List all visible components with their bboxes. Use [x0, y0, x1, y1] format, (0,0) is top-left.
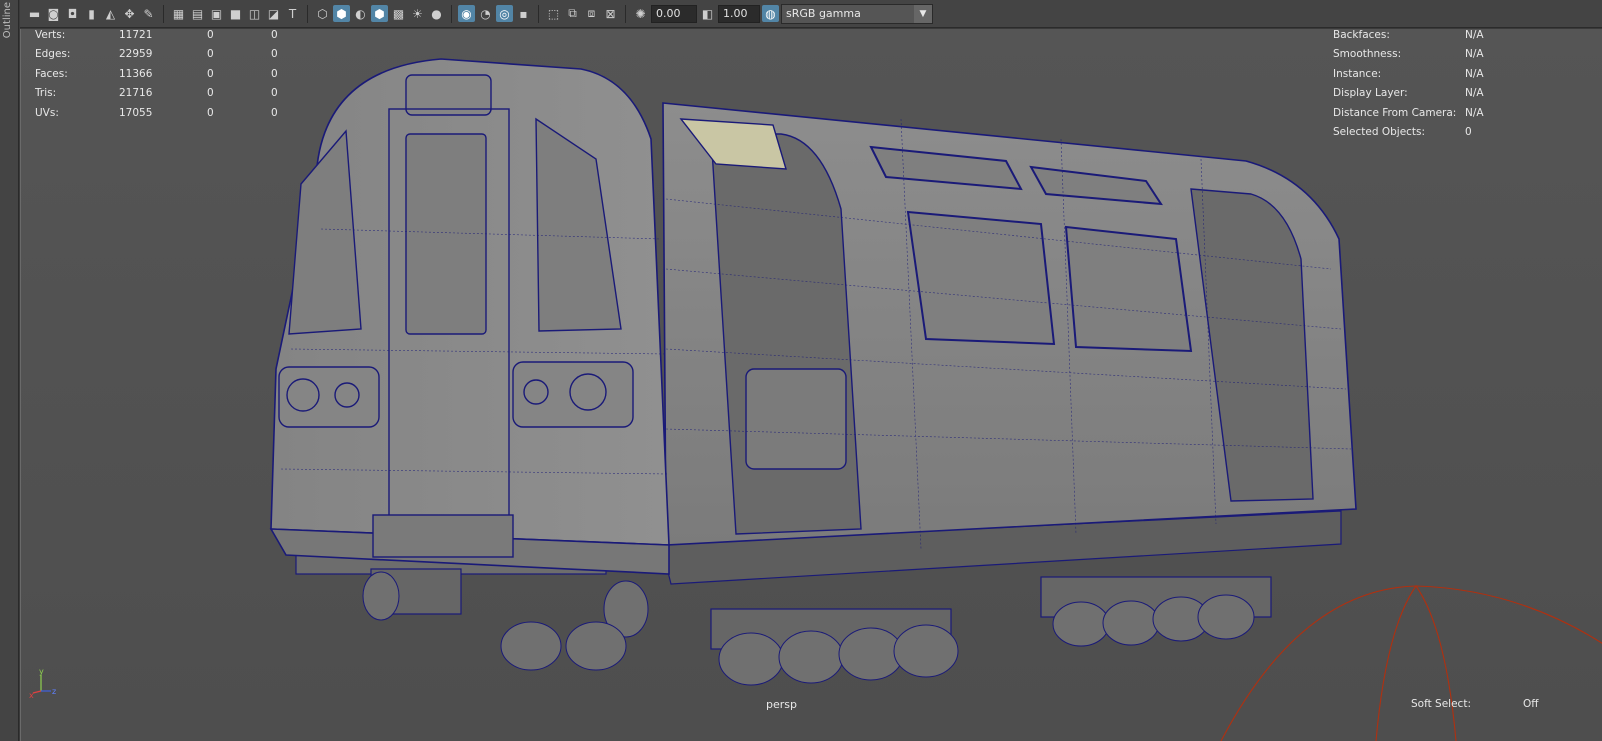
grease-pencil-icon[interactable]: ✎ — [140, 5, 157, 22]
toolbar-separator — [451, 4, 452, 23]
motion-blur-icon[interactable]: ◔ — [477, 5, 494, 22]
object-info-hud: Backfaces: N/A Smoothness: N/A Instance: N/… — [1333, 29, 1484, 142]
hud-label: Selected Objects: — [1333, 126, 1426, 139]
film-gate-icon[interactable]: ▤ — [189, 5, 206, 22]
chevron-down-icon: ▼ — [914, 4, 932, 23]
hud-value: 0 — [271, 48, 278, 61]
outliner-tab[interactable]: Outline — [0, 0, 19, 741]
safe-action-icon[interactable]: ◪ — [265, 5, 282, 22]
3d-viewport[interactable]: Verts: 11721 0 0 Edges: 22959 0 0 Faces:… — [20, 29, 1602, 741]
light-gizmo — [1220, 585, 1602, 741]
hud-value: 21716 — [119, 87, 153, 100]
hud-row-backfaces: Backfaces: N/A — [1333, 29, 1484, 45]
image-plane-icon[interactable]: ◭ — [102, 5, 119, 22]
gamma-field[interactable]: 1.00 — [718, 4, 760, 23]
hud-label: Verts: — [35, 29, 66, 41]
color-space-label: sRGB gamma — [786, 7, 861, 20]
wireframe-icon[interactable]: ⬡ — [314, 5, 331, 22]
hud-value: N/A — [1465, 48, 1484, 61]
hud-value: 0 — [271, 106, 278, 119]
wireframe-on-shaded-icon[interactable]: ⬢ — [371, 5, 388, 22]
bookmark-icon[interactable]: ▮ — [83, 5, 100, 22]
hud-value: 17055 — [119, 106, 153, 119]
gate-mask-icon[interactable]: ■ — [227, 5, 244, 22]
axis-x-label: x — [29, 691, 34, 699]
outliner-tab-label: Outline — [2, 2, 13, 39]
grid-icon[interactable]: ▦ — [170, 5, 187, 22]
hud-value: 22959 — [119, 48, 153, 61]
viewport-toolbar: ▬ ◙ ◘ ▮ ◭ ✥ ✎ ▦ ▤ ▣ ■ ◫ ◪ T ⬡ ⬢ ◐ ⬢ ▩ ☀ … — [20, 0, 1602, 28]
color-management-icon[interactable]: ◍ — [762, 5, 779, 22]
toolbar-separator — [307, 4, 308, 23]
hud-label: Backfaces: — [1333, 29, 1390, 41]
hud-value: 0 — [207, 48, 214, 61]
hud-label: UVs: — [35, 106, 59, 119]
hud-row-verts: Verts: 11721 0 0 — [35, 29, 278, 45]
toolbar-separator — [538, 4, 539, 23]
color-space-dropdown[interactable]: sRGB gamma ▼ — [781, 3, 933, 24]
xray-joints-icon[interactable]: ⧈ — [583, 5, 600, 22]
hud-row-uvs: UVs: 17055 0 0 — [35, 103, 278, 123]
camera-attributes-icon[interactable]: ◙ — [45, 5, 62, 22]
exposure-icon[interactable]: ✺ — [632, 5, 649, 22]
hud-value: 0 — [1465, 126, 1472, 139]
hud-value: N/A — [1465, 29, 1484, 41]
axis-y-label: y — [39, 667, 44, 676]
isolate-select-icon[interactable]: ⬚ — [545, 5, 562, 22]
view-axis-gizmo: y x z — [29, 667, 56, 699]
hud-row-edges: Edges: 22959 0 0 — [35, 45, 278, 65]
poly-count-hud: Verts: 11721 0 0 Edges: 22959 0 0 Faces:… — [35, 29, 278, 123]
hud-value: 0 — [207, 87, 214, 100]
safe-title-icon[interactable]: T — [284, 5, 301, 22]
hud-value: 0 — [271, 67, 278, 80]
textured-icon[interactable]: ▩ — [390, 5, 407, 22]
hud-row-smoothness: Smoothness: N/A — [1333, 45, 1484, 65]
exposure-field[interactable]: 0.00 — [651, 4, 697, 23]
camera-name-label: persp — [766, 698, 797, 711]
hud-label: Instance: — [1333, 67, 1382, 80]
soft-select-value: Off — [1523, 698, 1539, 710]
shadows-icon[interactable]: ● — [428, 5, 445, 22]
toolbar-separator — [625, 4, 626, 23]
hud-value: N/A — [1465, 106, 1484, 119]
hud-row-selected-objects: Selected Objects: 0 — [1333, 123, 1484, 143]
smooth-shade-icon[interactable]: ⬢ — [333, 5, 350, 22]
hud-value: N/A — [1465, 87, 1484, 100]
lights-icon[interactable]: ☀ — [409, 5, 426, 22]
hud-value: 0 — [271, 29, 278, 41]
hud-label: Distance From Camera: — [1333, 106, 1457, 119]
field-chart-icon[interactable]: ◫ — [246, 5, 263, 22]
hud-label: Tris: — [35, 87, 57, 100]
default-material-icon[interactable]: ◐ — [352, 5, 369, 22]
gamma-icon[interactable]: ◧ — [699, 5, 716, 22]
camera-icon[interactable]: ◘ — [64, 5, 81, 22]
hud-row-distance: Distance From Camera: N/A — [1333, 103, 1484, 123]
soft-select-label: Soft Select: — [1411, 698, 1471, 710]
hud-value: N/A — [1465, 67, 1484, 80]
toolbar-separator — [163, 4, 164, 23]
hud-row-tris: Tris: 21716 0 0 — [35, 84, 278, 104]
xray-icon[interactable]: ⧉ — [564, 5, 581, 22]
hud-value: 0 — [207, 67, 214, 80]
screen-space-ao-icon[interactable]: ◉ — [458, 5, 475, 22]
hud-label: Edges: — [35, 48, 71, 61]
hud-row-display-layer: Display Layer: N/A — [1333, 84, 1484, 104]
hud-value: 0 — [207, 106, 214, 119]
hud-value: 0 — [271, 87, 278, 100]
hud-label: Faces: — [35, 67, 68, 80]
depth-of-field-icon[interactable]: ▪ — [515, 5, 532, 22]
hud-label: Display Layer: — [1333, 87, 1408, 100]
xray-active-icon[interactable]: ⊠ — [602, 5, 619, 22]
anti-aliasing-icon[interactable]: ◎ — [496, 5, 513, 22]
select-camera-icon[interactable]: ▬ — [26, 5, 43, 22]
resolution-gate-icon[interactable]: ▣ — [208, 5, 225, 22]
hud-row-faces: Faces: 11366 0 0 — [35, 64, 278, 84]
hud-row-instance: Instance: N/A — [1333, 64, 1484, 84]
hud-value: 11366 — [119, 67, 153, 80]
hud-value: 0 — [207, 29, 214, 41]
hud-value: 11721 — [119, 29, 153, 41]
axis-z-label: z — [52, 687, 56, 696]
hud-label: Smoothness: — [1333, 48, 1402, 61]
2d-pan-zoom-icon[interactable]: ✥ — [121, 5, 138, 22]
